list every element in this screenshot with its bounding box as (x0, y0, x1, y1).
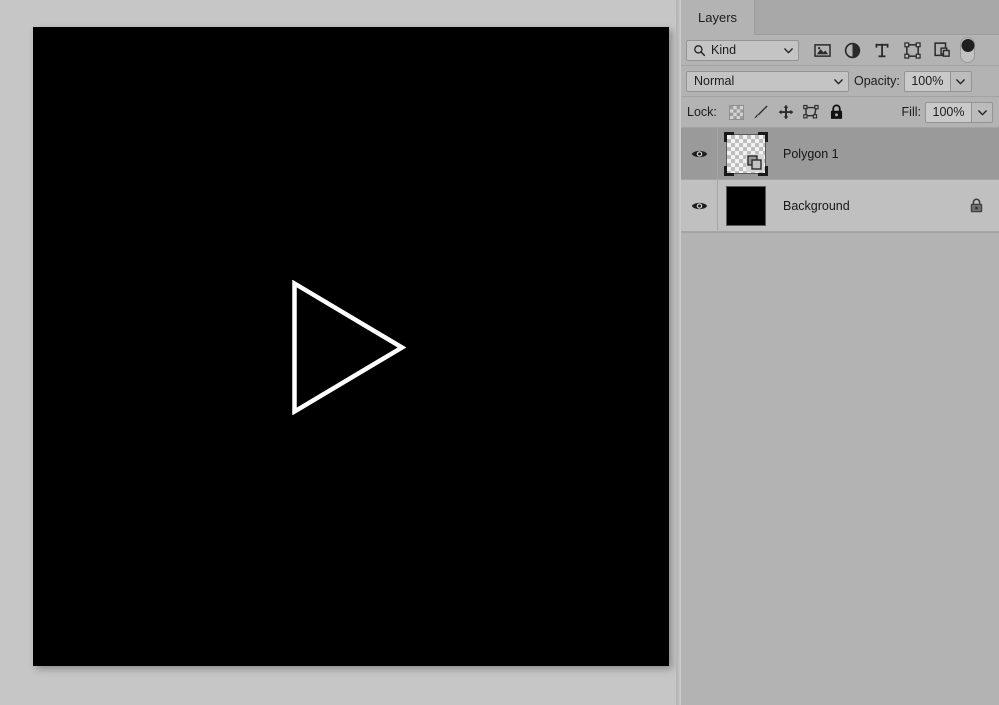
opacity-input[interactable]: 100% (903, 70, 950, 92)
lock-position-move-icon[interactable] (774, 100, 799, 124)
chevron-down-icon (977, 109, 987, 115)
blend-mode-select[interactable]: Normal (686, 70, 849, 92)
padlock-icon (970, 198, 983, 213)
chevron-down-icon (956, 78, 966, 84)
layer-name[interactable]: Polygon 1 (783, 147, 999, 161)
layer-thumbnail-image (726, 185, 766, 226)
tab-layers[interactable]: Layers (681, 0, 756, 35)
tab-layers-label: Layers (698, 10, 738, 25)
layers-panel: Layers Kind Normal Opacity: 100% Lock: F… (681, 0, 999, 705)
thumbnail-selection-brackets (724, 131, 768, 176)
filter-enable-toggle[interactable] (960, 37, 975, 63)
layers-list: Polygon 1 Background (681, 128, 999, 233)
fill-control[interactable]: 100% (925, 101, 993, 123)
search-icon (694, 44, 706, 56)
fill-input[interactable]: 100% (925, 101, 971, 123)
lock-image-pixels-brush-icon[interactable] (749, 100, 774, 124)
photoshop-window: Layers Kind Normal Opacity: 100% Lock: F… (0, 0, 999, 705)
layer-visibility-toggle[interactable] (681, 128, 718, 179)
toggle-knob (961, 39, 974, 52)
layer-thumbnail[interactable] (722, 130, 770, 178)
lock-option-icons (724, 100, 849, 124)
fill-label: Fill: (901, 105, 921, 119)
lock-all-padlock-icon[interactable] (824, 100, 849, 124)
lock-row: Lock: Fill: 100% (681, 97, 999, 128)
opacity-stepper[interactable] (949, 70, 972, 92)
eye-icon (691, 150, 707, 157)
blend-mode-row: Normal Opacity: 100% (681, 66, 999, 97)
adjustment-layer-filter-icon[interactable] (837, 38, 867, 62)
triangle-play-shape[interactable] (291, 280, 406, 415)
layer-type-filter-icons (807, 38, 957, 62)
layer-locked-indicator (970, 198, 983, 213)
layers-list-empty-area[interactable] (681, 233, 999, 632)
filter-kind-select[interactable]: Kind (686, 39, 799, 61)
lock-artboard-nesting-icon[interactable] (799, 100, 824, 124)
layer-filter-row: Kind (681, 35, 999, 66)
opacity-control[interactable]: 100% (903, 70, 972, 92)
chevron-down-icon (784, 47, 793, 53)
eye-icon (691, 202, 707, 209)
layer-thumbnail[interactable] (722, 182, 770, 230)
fill-stepper[interactable] (971, 101, 993, 123)
layer-name[interactable]: Background (783, 199, 970, 213)
panel-tab-bar: Layers (681, 0, 999, 35)
filter-kind-label: Kind (711, 43, 737, 57)
blend-mode-value: Normal (694, 74, 735, 88)
image-canvas[interactable] (33, 27, 669, 666)
document-workspace (0, 0, 680, 705)
layer-visibility-toggle[interactable] (681, 180, 718, 231)
table-row[interactable]: Polygon 1 (681, 128, 999, 180)
opacity-label: Opacity: (854, 74, 900, 88)
lock-transparent-pixels-icon[interactable] (724, 100, 749, 124)
pixel-layer-filter-icon[interactable] (807, 38, 837, 62)
smart-object-filter-icon[interactable] (927, 38, 957, 62)
table-row[interactable]: Background (681, 180, 999, 232)
canvas-container (33, 27, 669, 666)
lock-label: Lock: (687, 105, 717, 119)
shape-layer-filter-icon[interactable] (897, 38, 927, 62)
type-layer-filter-icon[interactable] (867, 38, 897, 62)
chevron-down-icon (834, 78, 843, 84)
